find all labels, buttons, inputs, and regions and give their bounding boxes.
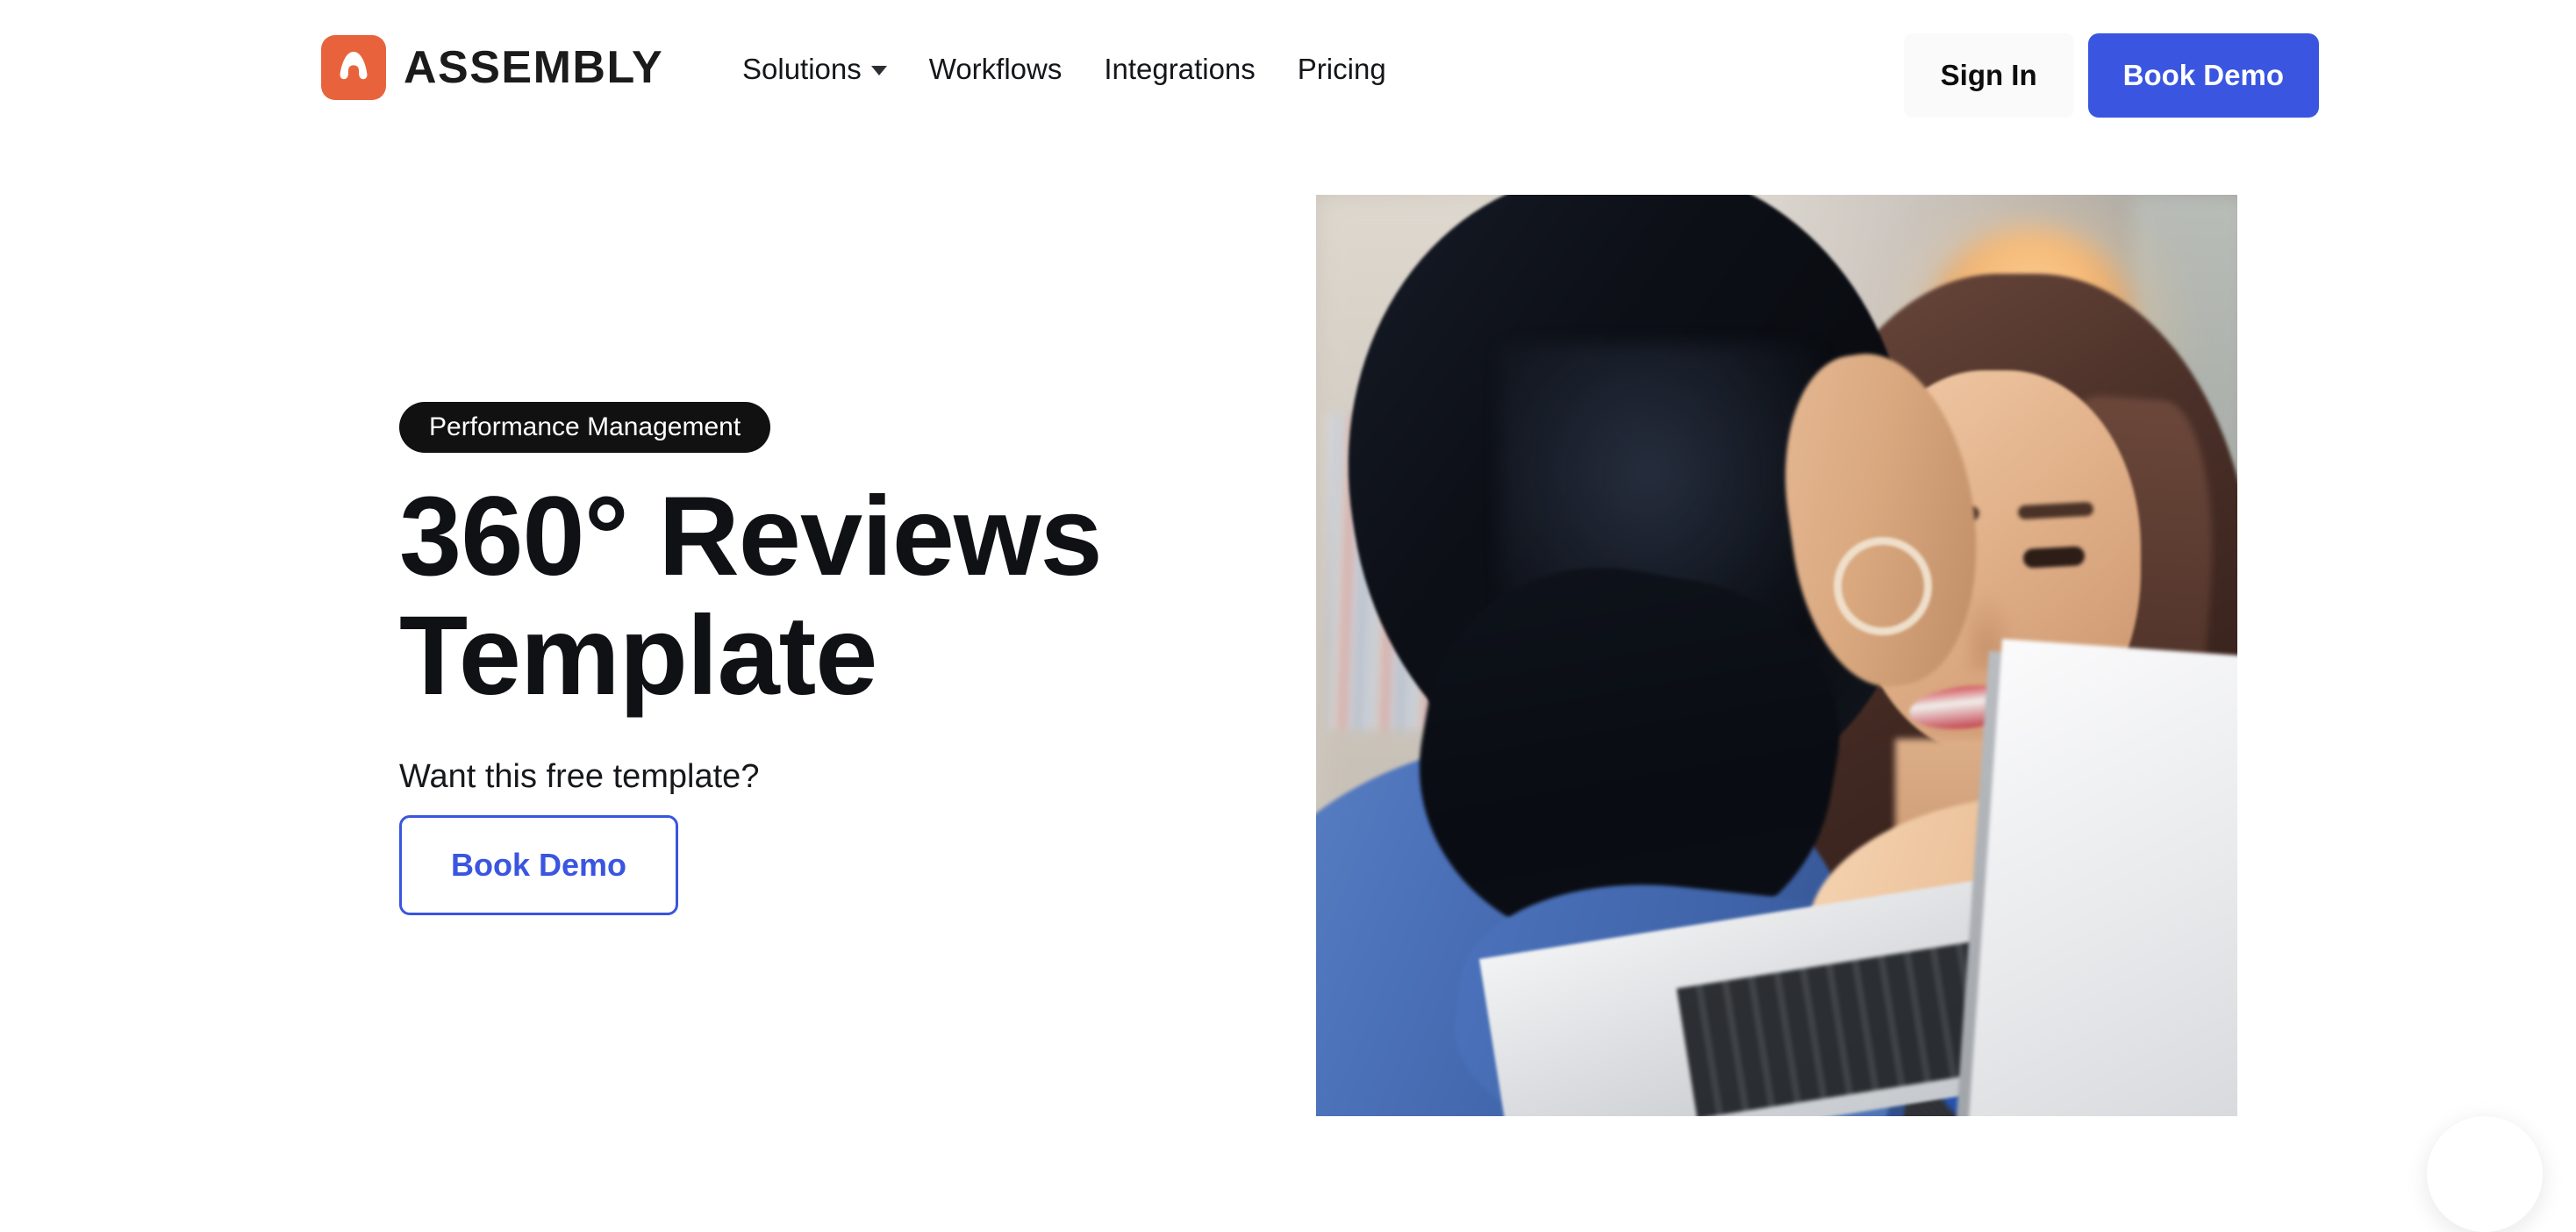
nav-item-integrations[interactable]: Integrations: [1095, 49, 1263, 89]
hero-copy: Performance Management 360° Reviews Temp…: [399, 402, 1277, 915]
nav-item-label: Pricing: [1297, 53, 1386, 85]
book-demo-button-hero[interactable]: Book Demo: [399, 814, 678, 915]
sign-in-button[interactable]: Sign In: [1903, 33, 2074, 118]
header-actions: Sign In Book Demo: [1903, 33, 2319, 118]
photo-laptop-screen: [1964, 639, 2237, 1116]
nav-item-pricing[interactable]: Pricing: [1289, 49, 1395, 89]
primary-navigation: Solutions Workflows Integrations Pricing: [733, 49, 1395, 89]
site-header: ASSEMBLY Solutions Workflows Integration…: [0, 0, 2576, 136]
book-demo-button-header[interactable]: Book Demo: [2087, 33, 2319, 118]
nav-item-solutions[interactable]: Solutions: [733, 49, 896, 89]
nav-item-label: Integrations: [1104, 53, 1256, 85]
chevron-down-icon: [870, 66, 887, 75]
photo-person-a-earring: [1834, 537, 1932, 635]
nav-item-label: Solutions: [742, 53, 862, 85]
hero-photo-composition: [1316, 195, 2237, 1116]
assembly-a-logo-icon: [321, 35, 386, 100]
brand-name: ASSEMBLY: [404, 42, 664, 93]
chat-bubble-icon[interactable]: [2427, 1116, 2543, 1232]
category-badge: Performance Management: [399, 402, 771, 453]
hero-image: [1316, 195, 2237, 1116]
hero-subtitle: Want this free template?: [399, 758, 760, 796]
hero-section: Performance Management 360° Reviews Temp…: [0, 136, 2576, 1232]
nav-item-workflows[interactable]: Workflows: [920, 49, 1071, 89]
brand-logo-link[interactable]: ASSEMBLY: [321, 35, 663, 100]
page-title: 360° Reviews Template: [399, 474, 1103, 719]
photo-person-b-eye-right: [2022, 546, 2086, 569]
nav-item-label: Workflows: [928, 53, 1063, 85]
